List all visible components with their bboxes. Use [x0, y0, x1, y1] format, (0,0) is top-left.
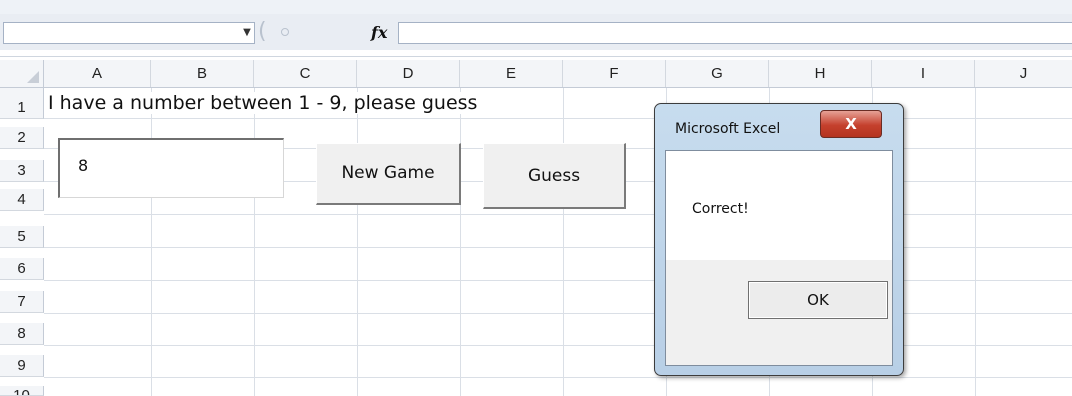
row-header-9[interactable]: 9: [0, 355, 44, 377]
row-header-8[interactable]: 8: [0, 323, 44, 345]
dialog-message: Correct!: [692, 201, 749, 217]
column-header-i[interactable]: I: [872, 60, 975, 87]
formula-controls: ( fx: [258, 19, 398, 44]
grid-line: [44, 313, 1072, 314]
grid-line: [151, 88, 152, 396]
grid-line: [357, 88, 358, 396]
guess-button[interactable]: Guess: [483, 143, 626, 209]
row-header-6[interactable]: 6: [0, 258, 44, 280]
grid-line: [44, 345, 1072, 346]
formula-bar: ▼ ( fx: [0, 0, 1072, 50]
formula-input[interactable]: [398, 22, 1072, 44]
cell-a1[interactable]: I have a number between 1 - 9, please gu…: [48, 92, 482, 114]
column-header-a[interactable]: A: [44, 60, 151, 87]
paren-icon: (: [258, 19, 267, 44]
column-header-c[interactable]: C: [254, 60, 357, 87]
name-box-dropdown-icon[interactable]: ▼: [239, 23, 255, 43]
row-header-5[interactable]: 5: [0, 226, 44, 248]
row-header-1[interactable]: 1: [0, 97, 44, 119]
guess-input-value: 8: [78, 156, 89, 175]
insert-function-icon[interactable]: fx: [371, 23, 387, 42]
column-header-h[interactable]: H: [769, 60, 872, 87]
column-header-j[interactable]: J: [975, 60, 1072, 87]
grid-line: [44, 214, 1072, 215]
message-dialog: Microsoft Excel X Correct! OK: [654, 103, 904, 376]
name-box[interactable]: [3, 22, 255, 44]
row-header-3[interactable]: 3: [0, 160, 44, 182]
grid-line: [563, 88, 564, 396]
close-button[interactable]: X: [820, 110, 882, 138]
column-header-g[interactable]: G: [666, 60, 769, 87]
row-header-gap: [0, 88, 44, 97]
column-headers: A B C D E F G H I J: [0, 60, 1072, 88]
select-all-button[interactable]: [0, 60, 44, 87]
row-header-2[interactable]: 2: [0, 127, 44, 149]
column-header-d[interactable]: D: [357, 60, 460, 87]
new-game-button[interactable]: New Game: [316, 143, 461, 205]
column-header-b[interactable]: B: [151, 60, 254, 87]
grid-line: [44, 118, 1072, 119]
row-header-4[interactable]: 4: [0, 189, 44, 211]
dialog-title: Microsoft Excel: [675, 121, 781, 137]
column-header-f[interactable]: F: [563, 60, 666, 87]
cancel-icon: [281, 28, 289, 36]
grid-line: [460, 88, 461, 396]
row-header-10[interactable]: 10: [0, 386, 44, 396]
ok-button[interactable]: OK: [748, 281, 888, 319]
grid-line: [44, 377, 1072, 378]
guess-input[interactable]: 8: [58, 138, 284, 198]
grid-line: [975, 88, 976, 396]
dialog-body: Correct! OK: [665, 150, 893, 366]
grid-line: [44, 247, 1072, 248]
grid-line: [254, 88, 255, 396]
column-header-e[interactable]: E: [460, 60, 563, 87]
divider: [0, 56, 1072, 57]
grid-line: [44, 280, 1072, 281]
select-all-icon: [27, 71, 39, 83]
row-header-7[interactable]: 7: [0, 291, 44, 313]
ribbon-edge: [0, 0, 1072, 14]
